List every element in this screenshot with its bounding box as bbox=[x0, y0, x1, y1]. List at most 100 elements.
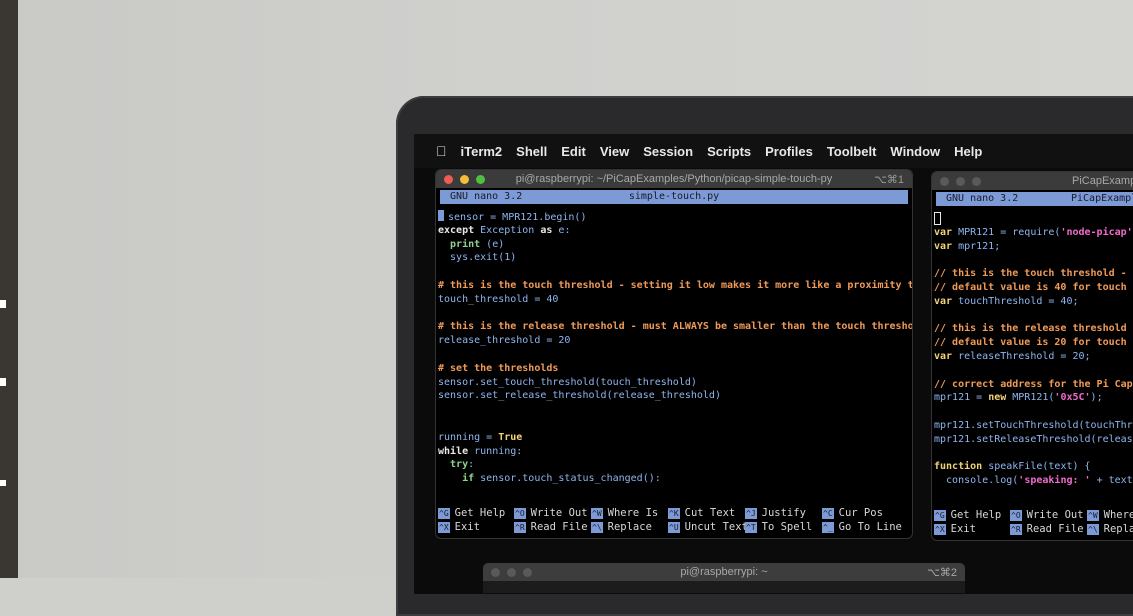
menu-shell[interactable]: Shell bbox=[516, 144, 547, 159]
code-line: try: bbox=[438, 458, 912, 472]
code-line bbox=[438, 265, 912, 279]
menu-help[interactable]: Help bbox=[954, 144, 982, 159]
menu-edit[interactable]: Edit bbox=[561, 144, 586, 159]
code-editor-area[interactable]: var MPR121 = require('node-picap');var m… bbox=[932, 206, 1133, 488]
menu-session[interactable]: Session bbox=[643, 144, 693, 159]
code-token: 'node-picap' bbox=[1060, 227, 1132, 238]
code-token: // default value is 20 for touch bbox=[934, 337, 1127, 348]
code-line: // default value is 40 for touch bbox=[934, 281, 1133, 295]
code-token: mpr121 = bbox=[934, 392, 988, 403]
apple-icon[interactable]:  bbox=[436, 143, 447, 159]
shortcut-where[interactable]: ^WWhere bbox=[1087, 508, 1133, 522]
shortcut-label: Get Help bbox=[951, 509, 1002, 521]
terminal-window-right[interactable]: PiCapExampl GNU nano 3.2 PiCapExampl var… bbox=[932, 172, 1133, 540]
shortcut-uncut-text[interactable]: ^UUncut Text bbox=[668, 520, 745, 534]
shortcut-read-file[interactable]: ^RRead File bbox=[514, 520, 591, 534]
code-token: sensor = MPR121.begin() bbox=[448, 212, 586, 223]
text-cursor bbox=[934, 212, 941, 225]
code-token: Exception bbox=[474, 225, 540, 236]
code-token: True bbox=[498, 432, 522, 443]
left-edge-frame bbox=[0, 0, 18, 578]
code-token: console.log( bbox=[934, 475, 1018, 486]
code-token: + text) bbox=[1091, 475, 1133, 486]
code-token: while bbox=[438, 446, 468, 457]
code-line: except Exception as e: bbox=[438, 224, 912, 238]
shortcut-go-to-line[interactable]: ^_Go To Line bbox=[822, 520, 902, 534]
terminal-titlebar[interactable]: PiCapExampl bbox=[932, 172, 1133, 190]
shortcut-key: ^O bbox=[514, 508, 526, 519]
menu-profiles[interactable]: Profiles bbox=[765, 144, 813, 159]
shortcut-row: ^XExit^RRead File^\Replace^UUncut Text^T… bbox=[438, 520, 912, 534]
code-line bbox=[438, 348, 912, 362]
code-editor-area[interactable]: sensor = MPR121.begin()except Exception … bbox=[436, 204, 912, 486]
code-line: sensor.set_touch_threshold(touch_thresho… bbox=[438, 376, 912, 390]
shortcut-cut-text[interactable]: ^KCut Text bbox=[668, 506, 745, 520]
shortcut-key: ^R bbox=[1010, 524, 1022, 535]
code-token: # this is the release threshold - must A… bbox=[438, 321, 912, 332]
shortcut-where-is[interactable]: ^WWhere Is bbox=[591, 506, 668, 520]
code-line: mpr121 = new MPR121('0x5C'); bbox=[934, 391, 1133, 405]
shortcut-to-spell[interactable]: ^TTo Spell bbox=[745, 520, 822, 534]
shortcut-get-help[interactable]: ^GGet Help bbox=[934, 508, 1010, 522]
shortcut-get-help[interactable]: ^GGet Help bbox=[438, 506, 514, 520]
terminal-title: PiCapExampl bbox=[1072, 175, 1133, 187]
shortcut-read-file[interactable]: ^R Read File bbox=[1010, 522, 1087, 536]
code-token: release_threshold = 20 bbox=[438, 335, 570, 346]
terminal-titlebar[interactable]: pi@raspberrypi: ~/PiCapExamples/Python/p… bbox=[436, 170, 912, 188]
terminal-titlebar[interactable]: pi@raspberrypi: ~ ⌥⌘2 bbox=[483, 563, 965, 581]
code-line bbox=[934, 405, 1133, 419]
nano-version: GNU nano 3.2 bbox=[946, 192, 1018, 206]
menu-scripts[interactable]: Scripts bbox=[707, 144, 751, 159]
shortcut-write-out[interactable]: ^O Write Out bbox=[514, 506, 591, 520]
macos-menubar:  iTerm2 Shell Edit View Session Scripts Profi… bbox=[414, 134, 1133, 168]
zoom-window-button[interactable] bbox=[972, 177, 981, 186]
close-window-button[interactable] bbox=[940, 177, 949, 186]
nano-header-bar: GNU nano 3.2 PiCapExampl bbox=[936, 192, 1133, 206]
shortcut-write-out[interactable]: ^OWrite Out bbox=[1010, 508, 1087, 522]
menu-window[interactable]: Window bbox=[890, 144, 940, 159]
shortcut-label: Uncut Text bbox=[685, 521, 748, 533]
shortcut-replace[interactable]: ^\Replace bbox=[591, 520, 668, 534]
terminal-window-bottom[interactable]: pi@raspberrypi: ~ ⌥⌘2 bbox=[483, 563, 965, 593]
menu-view[interactable]: View bbox=[600, 144, 629, 159]
code-token: if bbox=[438, 473, 474, 484]
shortcut-label: To Spell bbox=[762, 521, 813, 533]
code-token: // this is the touch threshold - s bbox=[934, 268, 1133, 279]
shortcut-label: Exit bbox=[951, 523, 976, 535]
shortcut-justify[interactable]: ^JJustify bbox=[745, 506, 822, 520]
shortcut-row: ^XExit^R Read File^\Repla bbox=[934, 522, 1133, 536]
laptop-screen:  iTerm2 Shell Edit View Session Scripts Profi… bbox=[414, 134, 1133, 594]
shortcut-label: Write Out bbox=[531, 507, 588, 519]
code-line: # set the thresholds bbox=[438, 362, 912, 376]
code-line: running = True bbox=[438, 431, 912, 445]
code-line bbox=[934, 253, 1133, 267]
menu-toolbelt[interactable]: Toolbelt bbox=[827, 144, 877, 159]
code-token: # set the thresholds bbox=[438, 363, 558, 374]
shortcut-key: ^X bbox=[438, 522, 450, 533]
code-line: sensor.set_release_threshold(release_thr… bbox=[438, 389, 912, 403]
shortcut-repla[interactable]: ^\Repla bbox=[1087, 522, 1133, 536]
code-line: var touchThreshold = 40; bbox=[934, 295, 1133, 309]
shortcut-cur-pos[interactable]: ^CCur Pos bbox=[822, 506, 902, 520]
shortcut-label: Justify bbox=[762, 507, 806, 519]
nano-filename: simple-touch.py bbox=[440, 190, 908, 204]
code-token: sensor.set_release_threshold(release_thr… bbox=[438, 390, 721, 401]
shortcut-row: ^GGet Help^O Write Out^WWhere Is^KCut Tex… bbox=[438, 506, 912, 520]
code-token: releaseThreshold = 20; bbox=[952, 351, 1090, 362]
code-line: while running: bbox=[438, 445, 912, 459]
code-token: MPR121 = require( bbox=[952, 227, 1060, 238]
shortcut-exit[interactable]: ^XExit bbox=[934, 522, 1010, 536]
code-token: new bbox=[988, 392, 1006, 403]
code-token: var bbox=[934, 351, 952, 362]
shortcut-exit[interactable]: ^XExit bbox=[438, 520, 514, 534]
code-token: sys.exit(1) bbox=[438, 252, 516, 263]
minimize-window-button[interactable] bbox=[956, 177, 965, 186]
shortcut-key: ^G bbox=[438, 508, 450, 519]
shortcut-label: Read File bbox=[1027, 523, 1084, 535]
shortcut-label: Read File bbox=[531, 521, 588, 533]
code-token: try bbox=[438, 459, 468, 470]
terminal-window-left[interactable]: pi@raspberrypi: ~/PiCapExamples/Python/p… bbox=[436, 170, 912, 538]
code-token: // default value is 40 for touch bbox=[934, 282, 1127, 293]
shortcut-key: ^K bbox=[668, 508, 680, 519]
menu-iterm2[interactable]: iTerm2 bbox=[461, 144, 503, 159]
